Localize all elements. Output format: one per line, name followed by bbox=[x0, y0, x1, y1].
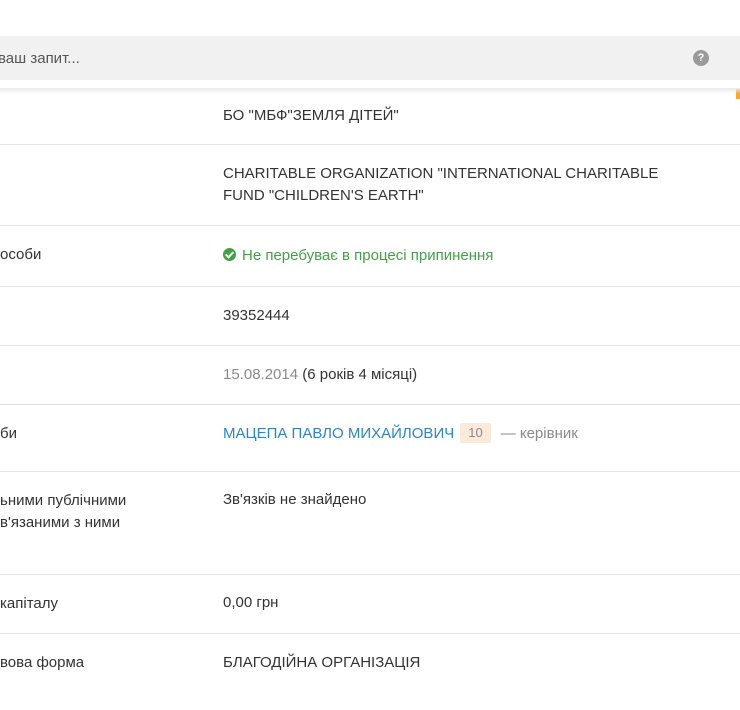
row-label: вова форма bbox=[0, 654, 85, 671]
registration-date-value: 15.08.2014 (6 років 4 місяці) bbox=[223, 364, 713, 386]
row-head-person: би МАЦЕПА ПАВЛО МИХАЙЛОВИЧ 10 — керівник bbox=[0, 405, 740, 472]
code-value: 39352444 bbox=[223, 307, 290, 324]
row-code: 39352444 bbox=[0, 287, 740, 346]
registration-age: (6 років 4 місяці) bbox=[302, 366, 418, 383]
row-label-line: в'язаними з ними bbox=[0, 514, 121, 531]
status-value: Не перебуває в процесі припинення bbox=[223, 245, 713, 267]
pep-relations-value: Зв'язків не знайдено bbox=[223, 491, 367, 508]
status-text: Не перебуває в процесі припинення bbox=[242, 247, 494, 264]
short-name-value: БО "МБФ"ЗЕМЛЯ ДІТЕЙ" bbox=[223, 107, 399, 124]
search-bar: ? bbox=[0, 36, 740, 99]
english-name-value: CHARITABLE ORGANIZATION "INTERNATIONAL C… bbox=[223, 165, 659, 204]
row-legal-form: вова форма БЛАГОДІЙНА ОРГАНІЗАЦІЯ bbox=[0, 634, 740, 694]
head-person-value: МАЦЕПА ПАВЛО МИХАЙЛОВИЧ 10 — керівник bbox=[223, 423, 713, 445]
search-input[interactable] bbox=[0, 36, 680, 80]
check-circle-icon bbox=[223, 248, 236, 261]
row-label: би bbox=[0, 425, 17, 442]
row-label-line: ьними публічними bbox=[0, 492, 127, 509]
row-english-name: CHARITABLE ORGANIZATION "INTERNATIONAL C… bbox=[0, 145, 740, 226]
person-role: — керівник bbox=[500, 425, 578, 442]
company-details-page: ? БО "МБФ"ЗЕМЛЯ ДІТЕЙ" CHARITABLE ORGANI… bbox=[0, 0, 740, 710]
registration-date: 15.08.2014 bbox=[223, 366, 299, 383]
row-pep-relations: ьними публічними в'язаними з ними Зв'язк… bbox=[0, 472, 740, 575]
row-status: особи Не перебуває в процесі припинення bbox=[0, 226, 740, 287]
row-label: ьними публічними в'язаними з ними bbox=[0, 490, 200, 534]
row-short-name: БО "МБФ"ЗЕМЛЯ ДІТЕЙ" bbox=[0, 88, 740, 145]
row-label: капіталу bbox=[0, 595, 58, 612]
row-capital: капіталу 0,00 грн bbox=[0, 575, 740, 634]
help-icon[interactable]: ? bbox=[693, 50, 709, 66]
capital-value: 0,00 грн bbox=[223, 594, 279, 611]
person-link[interactable]: МАЦЕПА ПАВЛО МИХАЙЛОВИЧ bbox=[223, 425, 454, 442]
count-badge: 10 bbox=[460, 423, 491, 443]
row-registration-date: 15.08.2014 (6 років 4 місяці) bbox=[0, 346, 740, 405]
row-label: особи bbox=[0, 246, 42, 263]
details-table: БО "МБФ"ЗЕМЛЯ ДІТЕЙ" CHARITABLE ORGANIZA… bbox=[0, 88, 740, 694]
legal-form-value: БЛАГОДІЙНА ОРГАНІЗАЦІЯ bbox=[223, 654, 421, 671]
